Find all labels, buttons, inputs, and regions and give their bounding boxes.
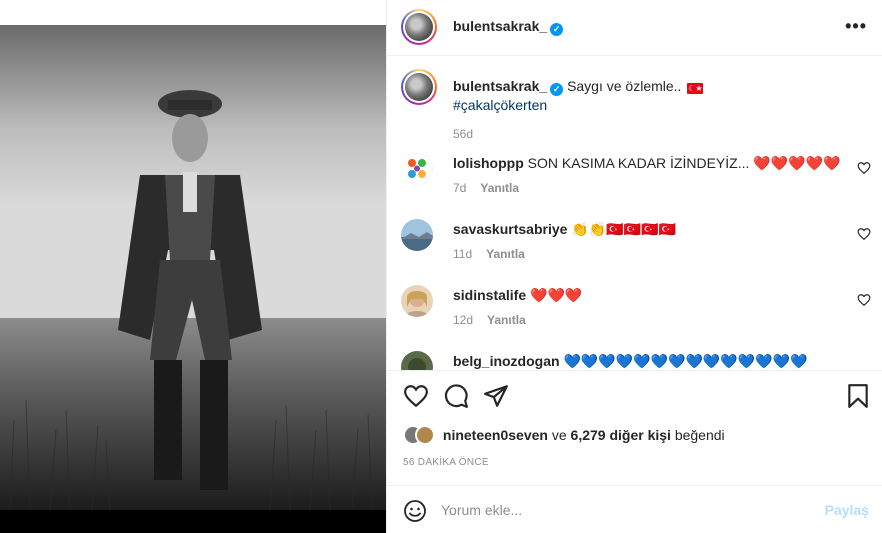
comment-emoji: ❤️❤️❤️❤️❤️ xyxy=(753,155,841,171)
save-bookmark-icon[interactable] xyxy=(845,383,871,409)
comment-avatar[interactable] xyxy=(401,153,433,185)
photo-image xyxy=(0,0,386,533)
colorful-logo-icon xyxy=(401,153,433,185)
caption-avatar[interactable] xyxy=(401,69,437,105)
comment-input[interactable] xyxy=(441,498,811,522)
comment-avatar[interactable] xyxy=(401,351,433,370)
comment-content: lolishoppp SON KASIMA KADAR İZİNDEYİZ...… xyxy=(453,155,843,172)
caption-username[interactable]: bulentsakrak_ xyxy=(453,78,547,94)
heart-icon[interactable] xyxy=(857,293,871,307)
comment-item: savaskurtsabriye 👏👏🇹🇷🇹🇷🇹🇷🇹🇷 11d Yanıtla xyxy=(401,219,871,269)
comment-bubble-icon[interactable] xyxy=(443,383,469,409)
caption-body: Saygı ve özlemle.. xyxy=(567,78,682,94)
author-avatar-image xyxy=(405,13,433,41)
heart-icon[interactable] xyxy=(857,227,871,241)
post-photo[interactable] xyxy=(0,0,386,533)
author-username[interactable]: bulentsakrak_ ✓ xyxy=(453,18,564,36)
add-comment-bar: Paylaş xyxy=(387,485,882,533)
landscape-avatar-icon xyxy=(401,219,433,251)
person-avatar-icon xyxy=(401,351,433,370)
emoji-icon[interactable] xyxy=(403,499,427,523)
comment-content: savaskurtsabriye 👏👏🇹🇷🇹🇷🇹🇷🇹🇷 xyxy=(453,221,843,238)
verified-badge-icon: ✓ xyxy=(550,83,564,96)
first-liker-username[interactable]: nineteen0seven xyxy=(443,427,548,443)
likes-suffix: beğendi xyxy=(674,427,725,443)
reply-button[interactable]: Yanıtla xyxy=(487,313,526,327)
likes-connector: ve xyxy=(551,427,567,443)
caption-avatar-image xyxy=(405,73,433,101)
share-send-icon[interactable] xyxy=(483,383,509,409)
comment-emoji: ❤️❤️❤️ xyxy=(530,287,583,303)
author-username-text[interactable]: bulentsakrak_ xyxy=(453,18,547,34)
comment-emoji: 👏👏🇹🇷🇹🇷🇹🇷🇹🇷 xyxy=(571,221,676,237)
comment-username[interactable]: belg_inozdogan xyxy=(453,353,560,369)
comment-meta: 11d Yanıtla xyxy=(453,247,525,261)
post-comment-button[interactable]: Paylaş xyxy=(825,502,869,518)
comments-section[interactable]: bulentsakrak_ ✓ Saygı ve özlemle.. ☾★ #ça… xyxy=(387,57,882,370)
likes-summary[interactable]: nineteen0seven ve 6,279 diğer kişi beğen… xyxy=(403,425,725,447)
likes-count[interactable]: 6,279 diğer kişi xyxy=(571,427,671,443)
comment-emoji: 💙💙💙💙💙💙💙💙💙💙💙💙💙💙 xyxy=(563,353,808,369)
caption-text: bulentsakrak_ ✓ Saygı ve özlemle.. ☾★ #ça… xyxy=(453,77,873,115)
verified-badge-icon: ✓ xyxy=(550,23,564,36)
heart-icon[interactable] xyxy=(857,161,871,175)
liker-avatar xyxy=(415,425,435,445)
post-timestamp: 56 DAKİKA ÖNCE xyxy=(403,457,489,468)
comment-meta: 7d Yanıtla xyxy=(453,181,519,195)
reply-button[interactable]: Yanıtla xyxy=(480,181,519,195)
comment-text: SON KASIMA KADAR İZİNDEYİZ... xyxy=(527,155,750,171)
comment-item: belg_inozdogan 💙💙💙💙💙💙💙💙💙💙💙💙💙💙 xyxy=(401,351,871,370)
comment-item: lolishoppp SON KASIMA KADAR İZİNDEYİZ...… xyxy=(401,153,871,203)
like-heart-icon[interactable] xyxy=(403,383,429,409)
comment-meta: 12d Yanıtla xyxy=(453,313,526,327)
comment-content: belg_inozdogan 💙💙💙💙💙💙💙💙💙💙💙💙💙💙 xyxy=(453,353,843,370)
comment-item: sidinstalife ❤️❤️❤️ 12d Yanıtla xyxy=(401,285,871,335)
post-detail-panel: bulentsakrak_ ✓ ••• bulentsakrak_ ✓ Saygı … xyxy=(386,0,882,533)
comment-time: 12d xyxy=(453,313,474,327)
more-options-icon[interactable]: ••• xyxy=(845,16,867,37)
turkey-flag-icon: ☾★ xyxy=(687,83,704,94)
reply-button[interactable]: Yanıtla xyxy=(486,247,525,261)
comment-username[interactable]: savaskurtsabriye xyxy=(453,221,567,237)
comment-avatar[interactable] xyxy=(401,285,433,317)
person-avatar-icon xyxy=(401,285,433,317)
comment-content: sidinstalife ❤️❤️❤️ xyxy=(453,287,843,304)
caption-time: 56d xyxy=(453,127,474,141)
comment-username[interactable]: lolishoppp xyxy=(453,155,524,171)
post-header: bulentsakrak_ ✓ ••• xyxy=(387,0,882,56)
comment-username[interactable]: sidinstalife xyxy=(453,287,526,303)
comment-time: 11d xyxy=(453,247,473,261)
comment-time: 7d xyxy=(453,181,467,195)
comment-avatar[interactable] xyxy=(401,219,433,251)
caption-hashtag[interactable]: #çakalçökerten xyxy=(453,96,873,115)
author-avatar[interactable] xyxy=(401,9,437,45)
